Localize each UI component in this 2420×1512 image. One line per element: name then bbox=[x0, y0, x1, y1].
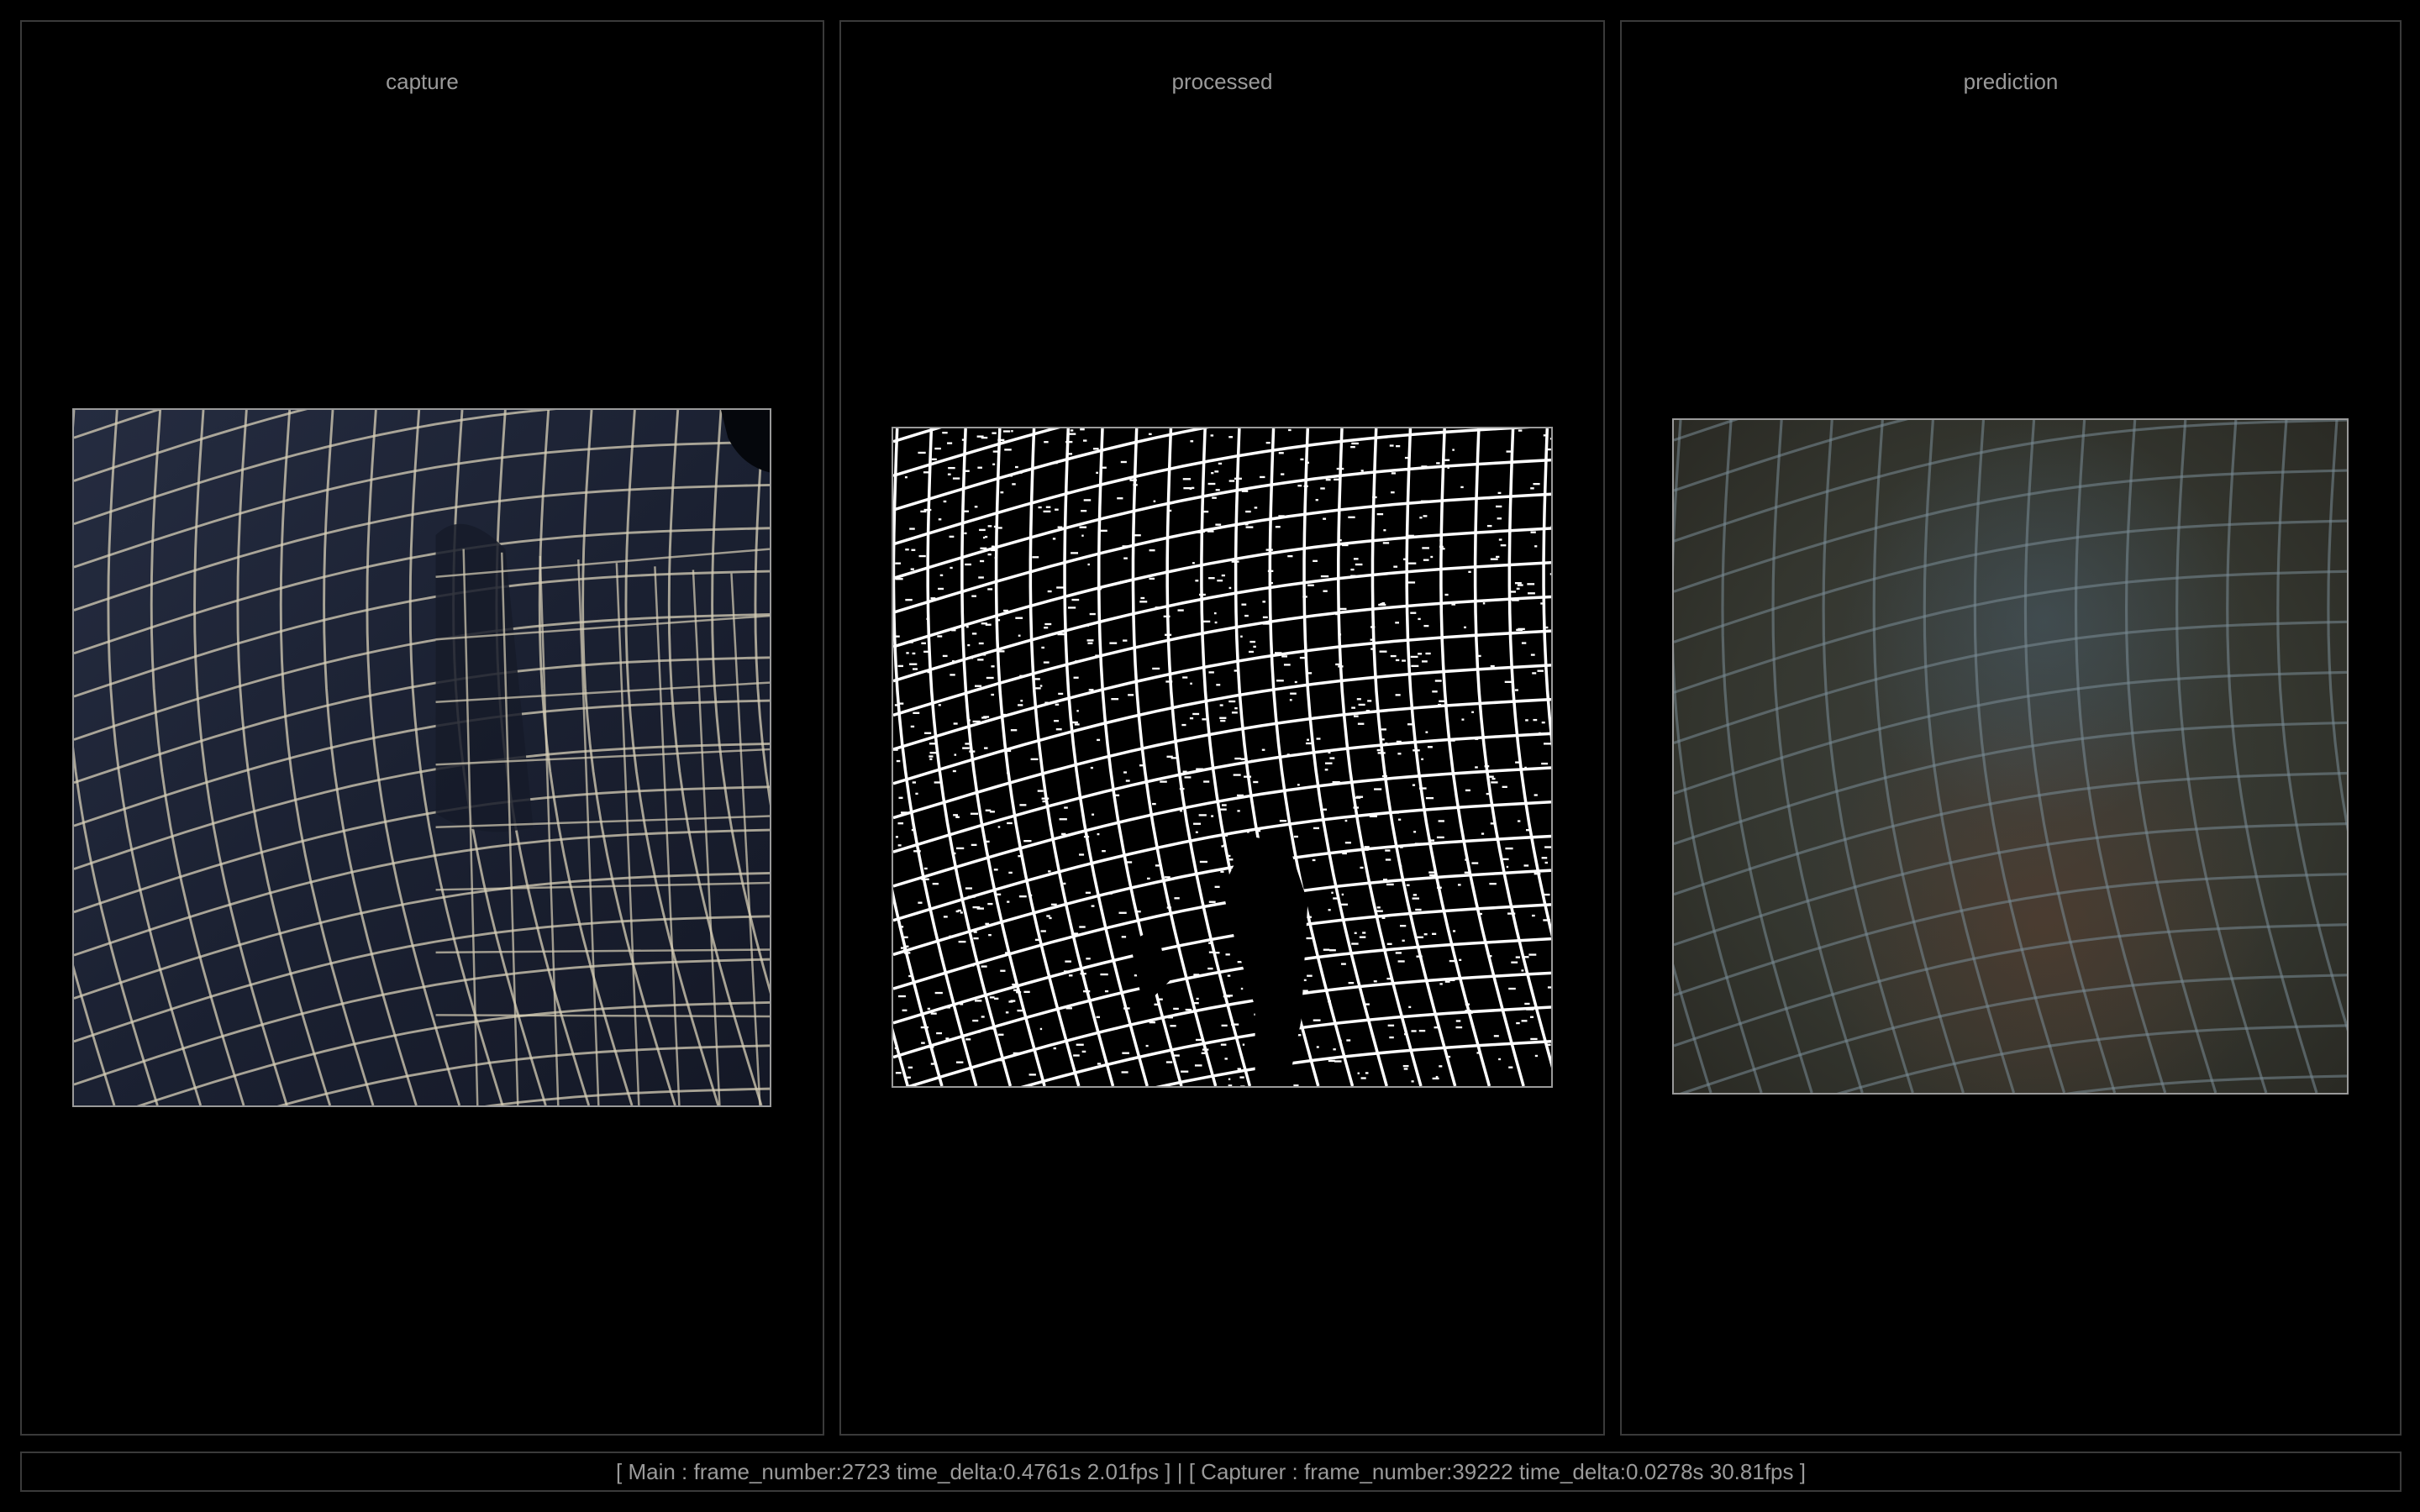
processed-panel: processed bbox=[839, 20, 1605, 1436]
capture-image bbox=[72, 408, 771, 1107]
processed-panel-title: processed bbox=[1171, 69, 1273, 94]
processed-edge-image bbox=[892, 427, 1553, 1088]
prediction-panel-title: prediction bbox=[1963, 69, 2059, 94]
capture-panel-title: capture bbox=[386, 69, 459, 94]
prediction-panel: prediction bbox=[1620, 20, 2402, 1436]
status-bar: [ Main : frame_number:2723 time_delta:0.… bbox=[20, 1452, 2402, 1492]
prediction-image bbox=[1672, 418, 2349, 1095]
capture-panel: capture bbox=[20, 20, 824, 1436]
